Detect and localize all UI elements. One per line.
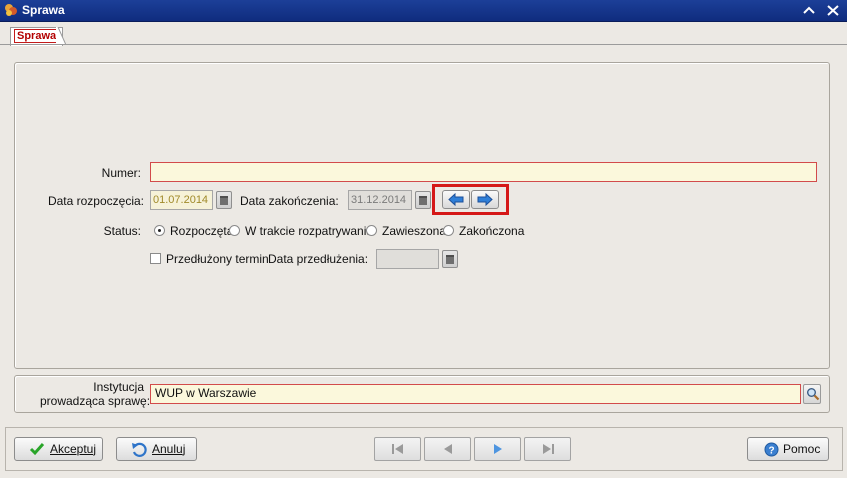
calendar-icon[interactable] bbox=[216, 191, 232, 209]
radio-zakonczona[interactable] bbox=[443, 225, 454, 236]
last-icon bbox=[543, 444, 554, 454]
undo-icon bbox=[132, 442, 147, 457]
window-title: Sprawa bbox=[22, 3, 65, 17]
accept-button-label: Akceptuj bbox=[50, 442, 97, 456]
radio-w-trakcie-label: W trakcie rozpatrywania bbox=[245, 224, 374, 238]
radio-rozpoczeta[interactable] bbox=[154, 225, 165, 236]
help-icon: ? bbox=[764, 442, 779, 457]
institution-label-line2: prowadząca sprawę: bbox=[40, 394, 151, 408]
close-icon[interactable] bbox=[824, 2, 842, 19]
data-rozpoczecia-input[interactable]: 01.07.2014 bbox=[150, 190, 213, 210]
highlight-box bbox=[432, 184, 509, 215]
status-label: Status: bbox=[103, 224, 141, 238]
numer-label: Numer: bbox=[101, 166, 141, 180]
window-titlebar: Sprawa bbox=[0, 0, 847, 22]
previous-record-button[interactable] bbox=[424, 437, 471, 461]
help-button[interactable]: ? Pomoc bbox=[747, 437, 829, 461]
tab-edge bbox=[56, 27, 66, 45]
tab-divider bbox=[0, 44, 847, 45]
first-icon bbox=[392, 444, 403, 454]
accept-button[interactable]: Akceptuj bbox=[14, 437, 103, 461]
radio-rozpoczeta-label: Rozpoczęta bbox=[170, 224, 234, 238]
previous-icon bbox=[444, 444, 452, 454]
cancel-button-label: Anuluj bbox=[152, 442, 186, 456]
help-button-label: Pomoc bbox=[783, 442, 821, 456]
checkmark-icon bbox=[29, 443, 45, 456]
first-record-button[interactable] bbox=[374, 437, 421, 461]
tab-sprawa-label: Sprawa bbox=[14, 29, 60, 43]
radio-w-trakcie[interactable] bbox=[229, 225, 240, 236]
przedluzony-label: Przedłużony termin bbox=[166, 252, 269, 266]
next-icon bbox=[494, 444, 502, 454]
main-groupbox bbox=[14, 62, 830, 369]
data-przedluzenia-label: Data przedłużenia: bbox=[268, 252, 369, 266]
przedluzony-checkbox[interactable] bbox=[150, 253, 161, 264]
search-icon bbox=[807, 388, 820, 401]
institution-label: Instytucja prowadząca sprawę: bbox=[40, 380, 151, 408]
radio-zakonczona-label: Zakończona bbox=[459, 224, 525, 238]
calendar-icon[interactable] bbox=[442, 250, 458, 268]
radio-zawieszona[interactable] bbox=[366, 225, 377, 236]
calendar-icon[interactable] bbox=[415, 191, 431, 209]
numer-input[interactable] bbox=[150, 162, 817, 182]
data-zakonczenia-input[interactable]: 31.12.2014 bbox=[348, 190, 412, 210]
institution-label-line1: Instytucja bbox=[93, 380, 144, 394]
data-rozpoczecia-label: Data rozpoczęcia: bbox=[47, 194, 144, 208]
app-icon bbox=[5, 4, 17, 16]
cancel-button[interactable]: Anuluj bbox=[116, 437, 197, 461]
radio-zawieszona-label: Zawieszona bbox=[382, 224, 447, 238]
data-zakonczenia-label: Data zakończenia: bbox=[240, 194, 339, 208]
data-przedluzenia-input[interactable] bbox=[376, 249, 439, 269]
institution-search-button[interactable] bbox=[803, 384, 821, 404]
last-record-button[interactable] bbox=[524, 437, 571, 461]
svg-text:?: ? bbox=[768, 446, 774, 457]
collapse-icon[interactable] bbox=[800, 2, 818, 19]
institution-input[interactable]: WUP w Warszawie bbox=[150, 384, 801, 404]
next-record-button[interactable] bbox=[474, 437, 521, 461]
